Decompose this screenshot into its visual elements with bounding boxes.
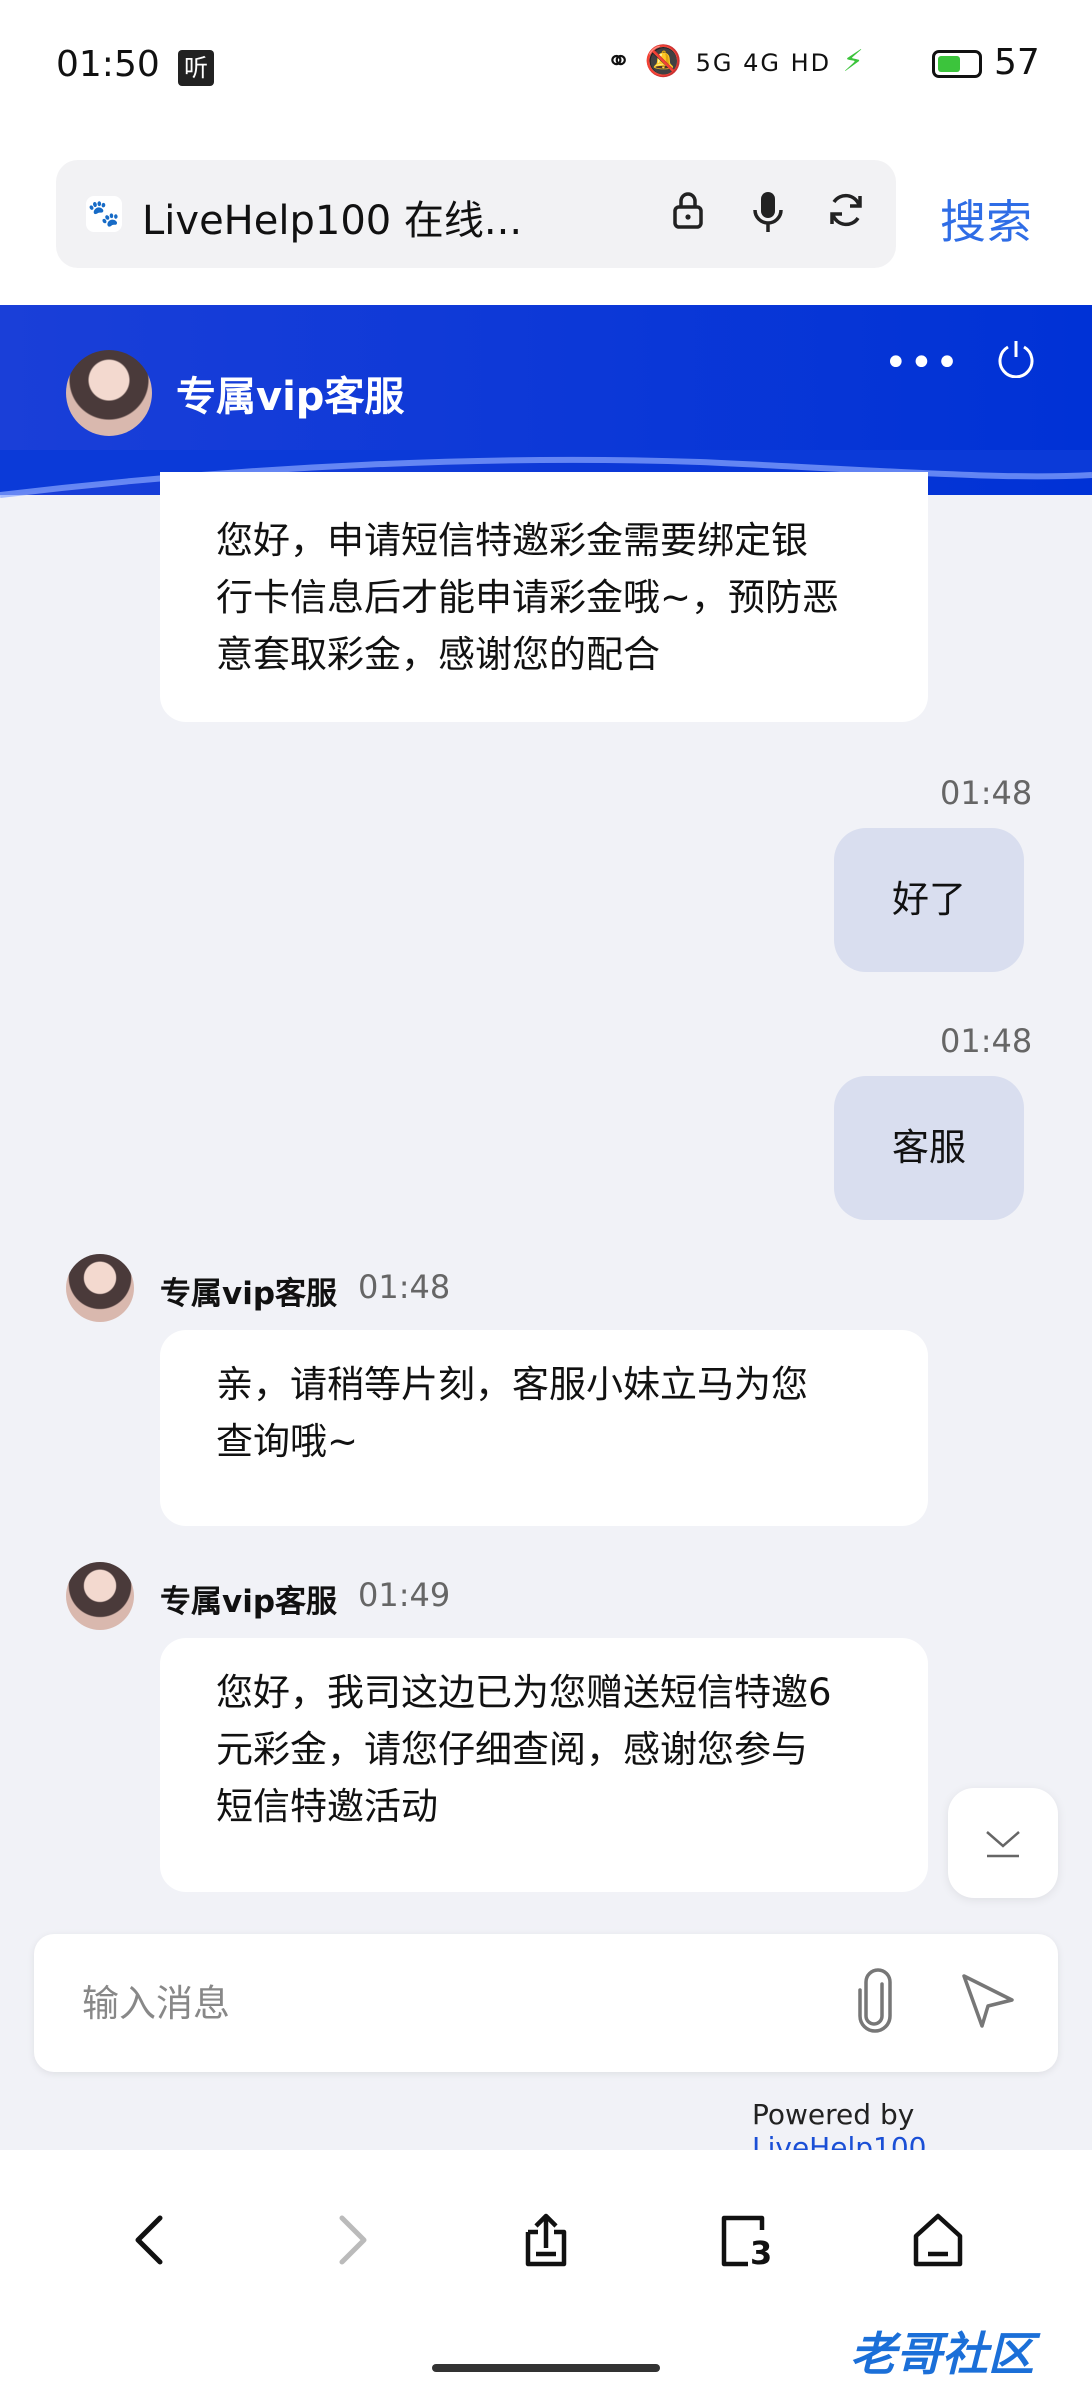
more-options-icon[interactable]: ••• (884, 340, 961, 386)
home-icon[interactable] (908, 2208, 968, 2272)
message-line: 意套取彩金，感谢您的配合 (216, 633, 660, 676)
chevron-down-icon (986, 1831, 1020, 1858)
microphone-icon[interactable] (750, 190, 786, 234)
message-time: 01:48 (358, 1268, 451, 1306)
message-line: 您好，我司这边已为您赠送短信特邀6 (216, 1671, 832, 1714)
status-time: 01:50 (56, 44, 160, 85)
search-button[interactable]: 搜索 (940, 186, 1032, 252)
charging-icon: ⚡ (842, 44, 866, 79)
message-bubble-outgoing: 好了 (834, 828, 1024, 972)
agent-avatar[interactable] (66, 350, 152, 436)
share-icon[interactable] (516, 2208, 576, 2272)
send-icon[interactable] (958, 1970, 1018, 2030)
agent-avatar[interactable] (66, 1562, 134, 1630)
message-bubble-incoming: 您好，申请短信特邀彩金需要绑定银 行卡信息后才能申请彩金哦~，预防恶 意套取彩金… (160, 472, 928, 722)
home-indicator[interactable] (432, 2364, 660, 2372)
lock-icon[interactable] (670, 190, 706, 230)
attachment-icon[interactable] (850, 1968, 900, 2036)
network-indicators: 5G 4G HD (695, 49, 832, 77)
scroll-to-bottom-button[interactable] (948, 1788, 1058, 1898)
message-line: 您好，申请短信特邀彩金需要绑定银 (216, 519, 808, 562)
back-icon[interactable] (120, 2208, 180, 2272)
app-badge-icon: 听 (178, 50, 214, 86)
forward-icon[interactable] (322, 2208, 382, 2272)
message-bubble-incoming: 亲，请稍等片刻，客服小妹立马为您 查询哦~ (160, 1330, 928, 1526)
sender-name: 专属vip客服 (160, 1276, 338, 1312)
message-bubble-incoming: 您好，我司这边已为您赠送短信特邀6 元彩金，请您仔细查阅，感谢您参与 短信特邀活… (160, 1638, 928, 1892)
agent-avatar[interactable] (66, 1254, 134, 1322)
tabs-count: 3 (750, 2234, 773, 2272)
message-line: 行卡信息后才能申请彩金哦~，预防恶 (216, 576, 840, 619)
status-bar (0, 0, 1092, 140)
power-icon[interactable] (996, 338, 1036, 378)
link-icon: ⚭ (606, 44, 634, 79)
message-time: 01:48 (940, 774, 1033, 812)
message-line: 查询哦~ (216, 1420, 359, 1463)
message-input[interactable] (80, 1972, 784, 2034)
signal-icons: ⚭ 🔕 5G 4G HD ⚡ (606, 44, 866, 79)
watermark-logo: 老哥社区 (850, 2327, 1034, 2381)
mute-icon: 🔕 (644, 44, 685, 79)
url-title[interactable]: LiveHelp100 在线... (142, 188, 522, 246)
message-time: 01:48 (940, 1022, 1033, 1060)
message-line: 短信特邀活动 (216, 1785, 438, 1828)
tabs-button[interactable]: 3 (714, 2208, 774, 2272)
message-line: 元彩金，请您仔细查阅，感谢您参与 (216, 1728, 808, 1771)
message-line: 亲，请稍等片刻，客服小妹立马为您 (216, 1363, 808, 1406)
message-time: 01:49 (358, 1576, 451, 1614)
battery-percent: 57 (994, 42, 1040, 83)
message-bubble-outgoing: 客服 (834, 1076, 1024, 1220)
battery-icon (932, 50, 982, 78)
chat-title: 专属vip客服 (176, 374, 405, 420)
refresh-icon[interactable] (826, 190, 866, 230)
sender-name: 专属vip客服 (160, 1584, 338, 1620)
site-favicon-icon: 🐾 (86, 196, 122, 232)
